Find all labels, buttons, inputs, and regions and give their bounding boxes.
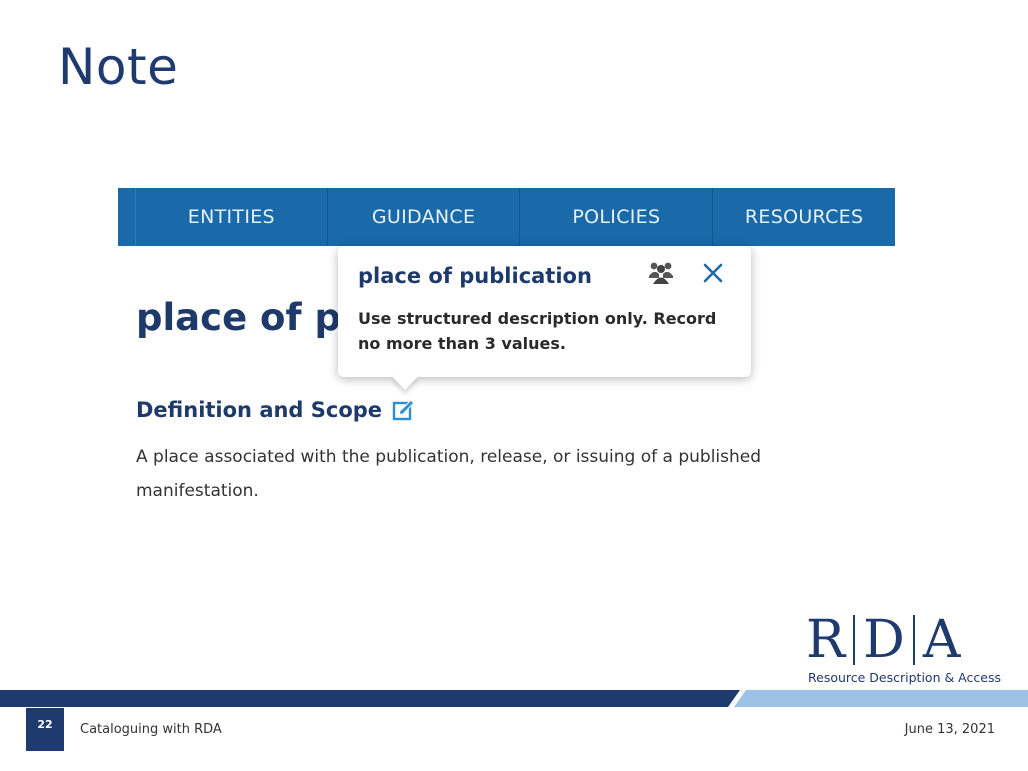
nav-item-policies[interactable]: POLICIES [520,188,714,246]
footer-course-title: Cataloguing with RDA [80,722,222,737]
close-icon[interactable] [702,262,724,284]
footer-stripe [0,690,1028,707]
footer-date: June 13, 2021 [904,722,995,737]
logo-separator [853,615,856,665]
page-number: 22 [26,708,64,751]
nav-item-guidance[interactable]: GUIDANCE [328,188,521,246]
edit-icon[interactable] [392,398,416,422]
logo-letter-a: A [922,610,961,670]
section-heading-label: Definition and Scope [136,398,383,422]
element-page-heading: place of p [136,296,341,339]
slide-title: Note [58,38,179,96]
definition-scope-heading: Definition and Scope [136,398,416,422]
logo-subtitle: Resource Description & Access [808,670,1001,685]
popover-title: place of publication [358,264,592,288]
rda-logo: R D A Resource Description & Access [806,612,1006,690]
rda-nav-bar: ENTITIES GUIDANCE POLICIES RESOURCES [118,188,895,246]
logo-separator [912,615,915,665]
group-icon [648,260,674,284]
policy-popover: place of publication Use structured desc… [338,246,751,390]
rda-logo-mark: R D A [806,612,1006,668]
nav-item-resources[interactable]: RESOURCES [713,188,895,246]
popover-arrow [392,364,418,390]
nav-item-entities[interactable]: ENTITIES [136,188,328,246]
definition-text: A place associated with the publication,… [136,447,762,501]
nav-spacer [118,188,136,246]
logo-letter-r: R [806,610,846,670]
popover-body: Use structured description only. Record … [358,309,717,353]
logo-letter-d: D [863,610,905,670]
